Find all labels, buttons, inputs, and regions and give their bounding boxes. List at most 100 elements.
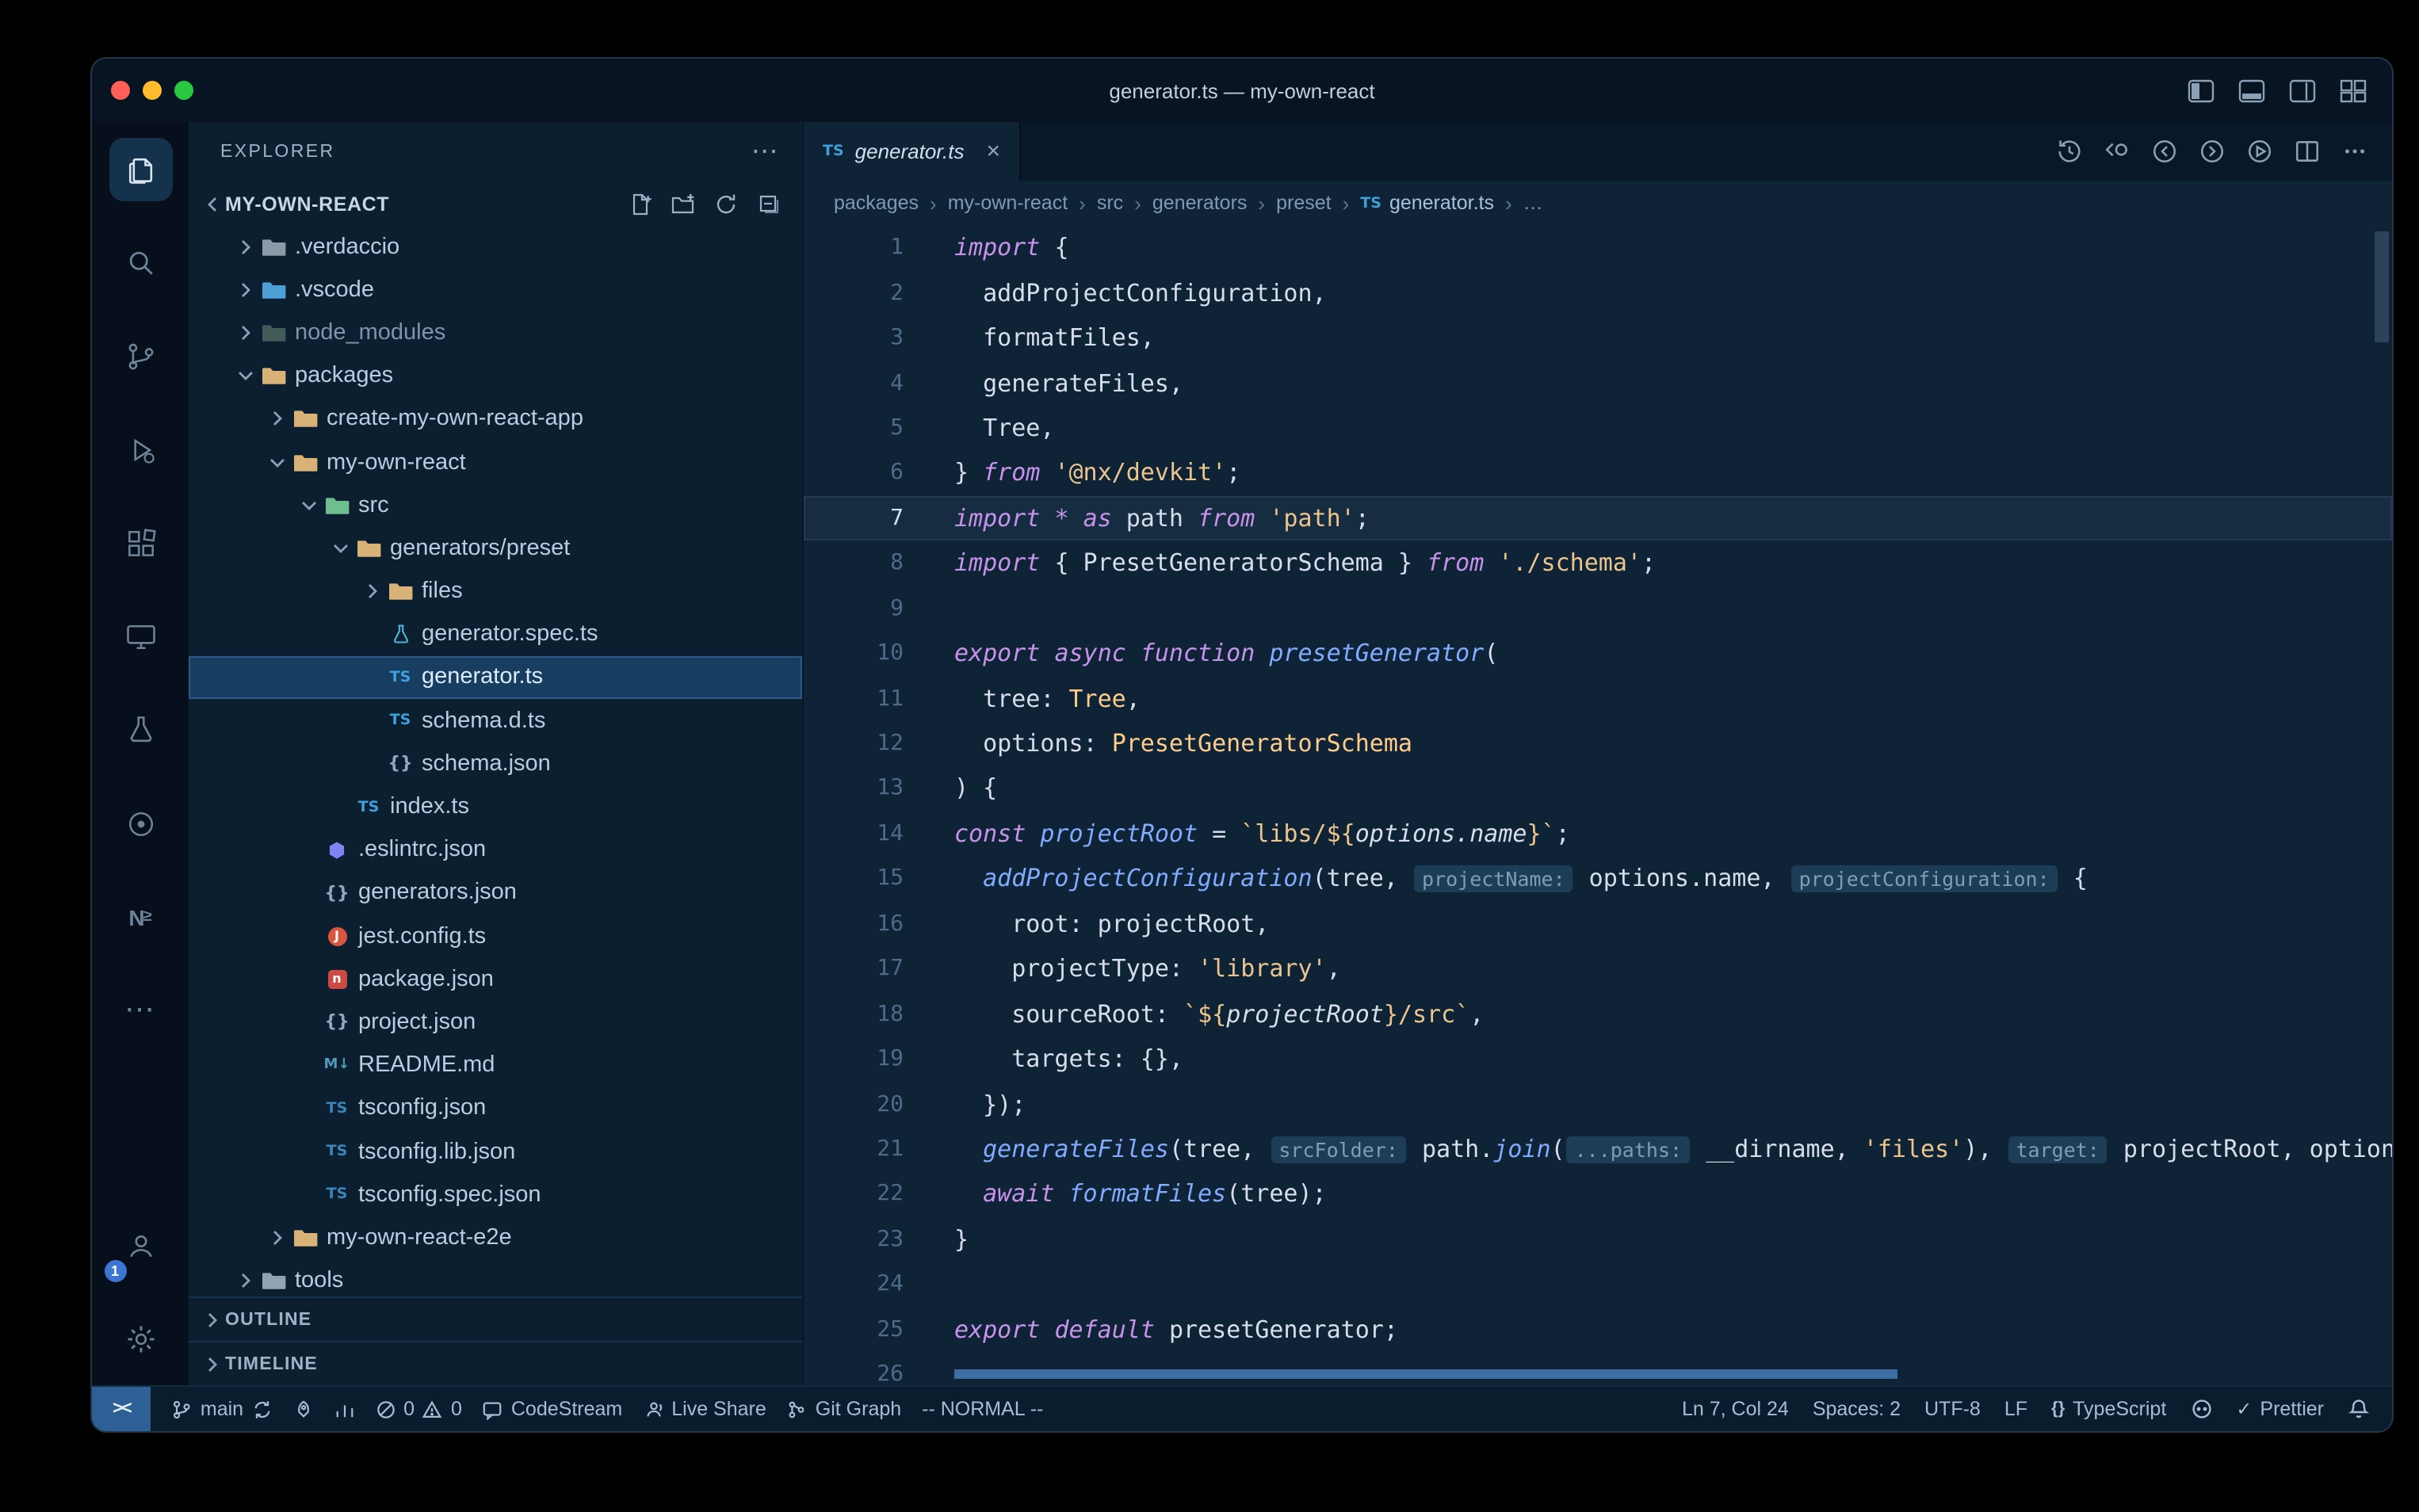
line-number[interactable]: 14 [804,821,904,846]
tree-item[interactable]: {}project.json [189,1001,802,1044]
close-window-button[interactable] [111,81,130,100]
explorer-more-actions-icon[interactable]: ⋯ [751,144,780,160]
more-actions-icon[interactable] [2341,138,2368,165]
code-text[interactable]: export default presetGenerator; [904,1315,1398,1343]
collapse-all-icon[interactable] [756,191,781,216]
codestream-status[interactable]: CodeStream [483,1398,622,1420]
split-editor-icon[interactable] [2294,138,2321,165]
language-status[interactable]: {} TypeScript [2051,1398,2166,1420]
code-text[interactable]: projectType: 'library', [904,954,1341,983]
activity-source-control[interactable] [92,309,189,403]
horizontal-scrollbar[interactable] [954,1369,1897,1379]
activity-more[interactable]: ⋯ [92,964,189,1057]
tree-item[interactable]: generators/preset [189,527,802,570]
activity-search[interactable] [92,216,189,309]
activity-testing[interactable] [92,683,189,777]
previous-change-icon[interactable] [2151,138,2178,165]
line-number[interactable]: 15 [804,866,904,892]
code-editor[interactable]: 1import {2 addProjectConfiguration,3 for… [804,225,2392,1385]
line-number[interactable]: 18 [804,1001,904,1026]
tree-item[interactable]: files [189,570,802,613]
branch-status[interactable]: main [172,1398,272,1420]
breadcrumb-item[interactable]: my-own-react [948,192,1068,214]
minimize-window-button[interactable] [143,81,162,100]
activity-remote-explorer[interactable] [92,590,189,683]
line-number[interactable]: 16 [804,911,904,937]
tree-item[interactable]: create-my-own-react-app [189,398,802,441]
code-text[interactable]: root: projectRoot, [904,910,1269,938]
code-text[interactable]: addProjectConfiguration, [904,278,1327,307]
code-text[interactable]: targets: {}, [904,1044,1183,1073]
tree-item[interactable]: generator.spec.ts [189,613,802,655]
timeline-section[interactable]: TIMELINE [189,1341,802,1385]
breadcrumb-item[interactable]: preset [1276,192,1332,214]
indentation-status[interactable]: Spaces: 2 [1813,1398,1901,1420]
activity-extensions[interactable] [92,496,189,590]
tree-item[interactable]: tools [189,1259,802,1296]
encoding-status[interactable]: UTF-8 [1924,1398,1981,1420]
line-number[interactable]: 8 [804,551,904,576]
toggle-panel-icon[interactable] [2238,78,2265,102]
code-text[interactable]: formatFiles, [904,323,1155,352]
line-number[interactable]: 20 [804,1091,904,1117]
formatter-status[interactable]: ✓ Prettier [2236,1398,2324,1420]
close-tab-icon[interactable]: × [986,139,1000,163]
refresh-icon[interactable] [713,191,739,216]
tree-item[interactable]: .vscode [189,268,802,311]
line-number[interactable]: 24 [804,1272,904,1297]
remote-indicator[interactable]: >< [92,1387,151,1431]
tree-item[interactable]: TSindex.ts [189,785,802,828]
code-text[interactable]: Tree, [904,414,1054,442]
line-number[interactable]: 6 [804,460,904,486]
line-number[interactable]: 7 [804,506,904,531]
open-changes-icon[interactable] [2104,138,2130,165]
notifications-status[interactable] [2348,1398,2370,1420]
new-file-icon[interactable] [628,191,653,216]
tree-item[interactable]: .verdaccio [189,225,802,268]
tree-item[interactable]: M↓README.md [189,1044,802,1086]
line-number[interactable]: 19 [804,1046,904,1071]
tab-generator-ts[interactable]: TS generator.ts × [804,122,1021,181]
line-number[interactable]: 11 [804,685,904,711]
vertical-scrollbar[interactable] [2375,231,2389,342]
code-text[interactable]: export async function presetGenerator( [904,639,1498,667]
line-number[interactable]: 5 [804,415,904,441]
activity-explorer[interactable] [92,122,189,216]
activity-nx-console[interactable]: N≥ [92,870,189,964]
line-number[interactable]: 22 [804,1182,904,1207]
launchpad-status[interactable] [292,1399,313,1419]
line-number[interactable]: 13 [804,776,904,801]
new-folder-icon[interactable] [671,191,696,216]
tree-item[interactable]: TStsconfig.json [189,1087,802,1130]
breadcrumb-item[interactable]: src [1097,192,1123,214]
tree-item[interactable]: TSschema.d.ts [189,699,802,742]
problems-status[interactable]: 0 0 [375,1398,462,1420]
code-text[interactable]: ) { [904,774,997,803]
breadcrumb-more[interactable]: … [1523,192,1543,214]
code-text[interactable]: sourceRoot: `${projectRoot}/src`, [904,999,1484,1028]
code-text[interactable]: options: PresetGeneratorSchema [904,729,1412,758]
code-text[interactable]: } from '@nx/devkit'; [904,459,1240,487]
line-number[interactable]: 25 [804,1316,904,1342]
activity-settings[interactable] [92,1292,189,1385]
tree-item[interactable]: {}schema.json [189,743,802,785]
tree-item[interactable]: TStsconfig.spec.json [189,1173,802,1216]
eol-status[interactable]: LF [2004,1398,2027,1420]
outline-section[interactable]: OUTLINE [189,1296,802,1341]
line-number[interactable]: 1 [804,235,904,260]
breadcrumb-item[interactable]: generators [1152,192,1248,214]
toggle-primary-sidebar-icon[interactable] [2188,78,2215,102]
customize-layout-icon[interactable] [2340,78,2367,102]
pipeline-status[interactable] [334,1399,354,1419]
cursor-position-status[interactable]: Ln 7, Col 24 [1682,1398,1789,1420]
next-change-icon[interactable] [2199,138,2226,165]
code-text[interactable]: import { [904,233,1069,262]
activity-codestream[interactable] [92,777,189,870]
tree-item[interactable]: Jjest.config.ts [189,914,802,957]
line-number[interactable]: 2 [804,280,904,305]
project-root-row[interactable]: MY-OWN-REACT [189,182,802,225]
line-number[interactable]: 21 [804,1136,904,1162]
tree-item[interactable]: npackage.json [189,957,802,1000]
line-number[interactable]: 10 [804,640,904,666]
breadcrumb-item[interactable]: packages [834,192,919,214]
